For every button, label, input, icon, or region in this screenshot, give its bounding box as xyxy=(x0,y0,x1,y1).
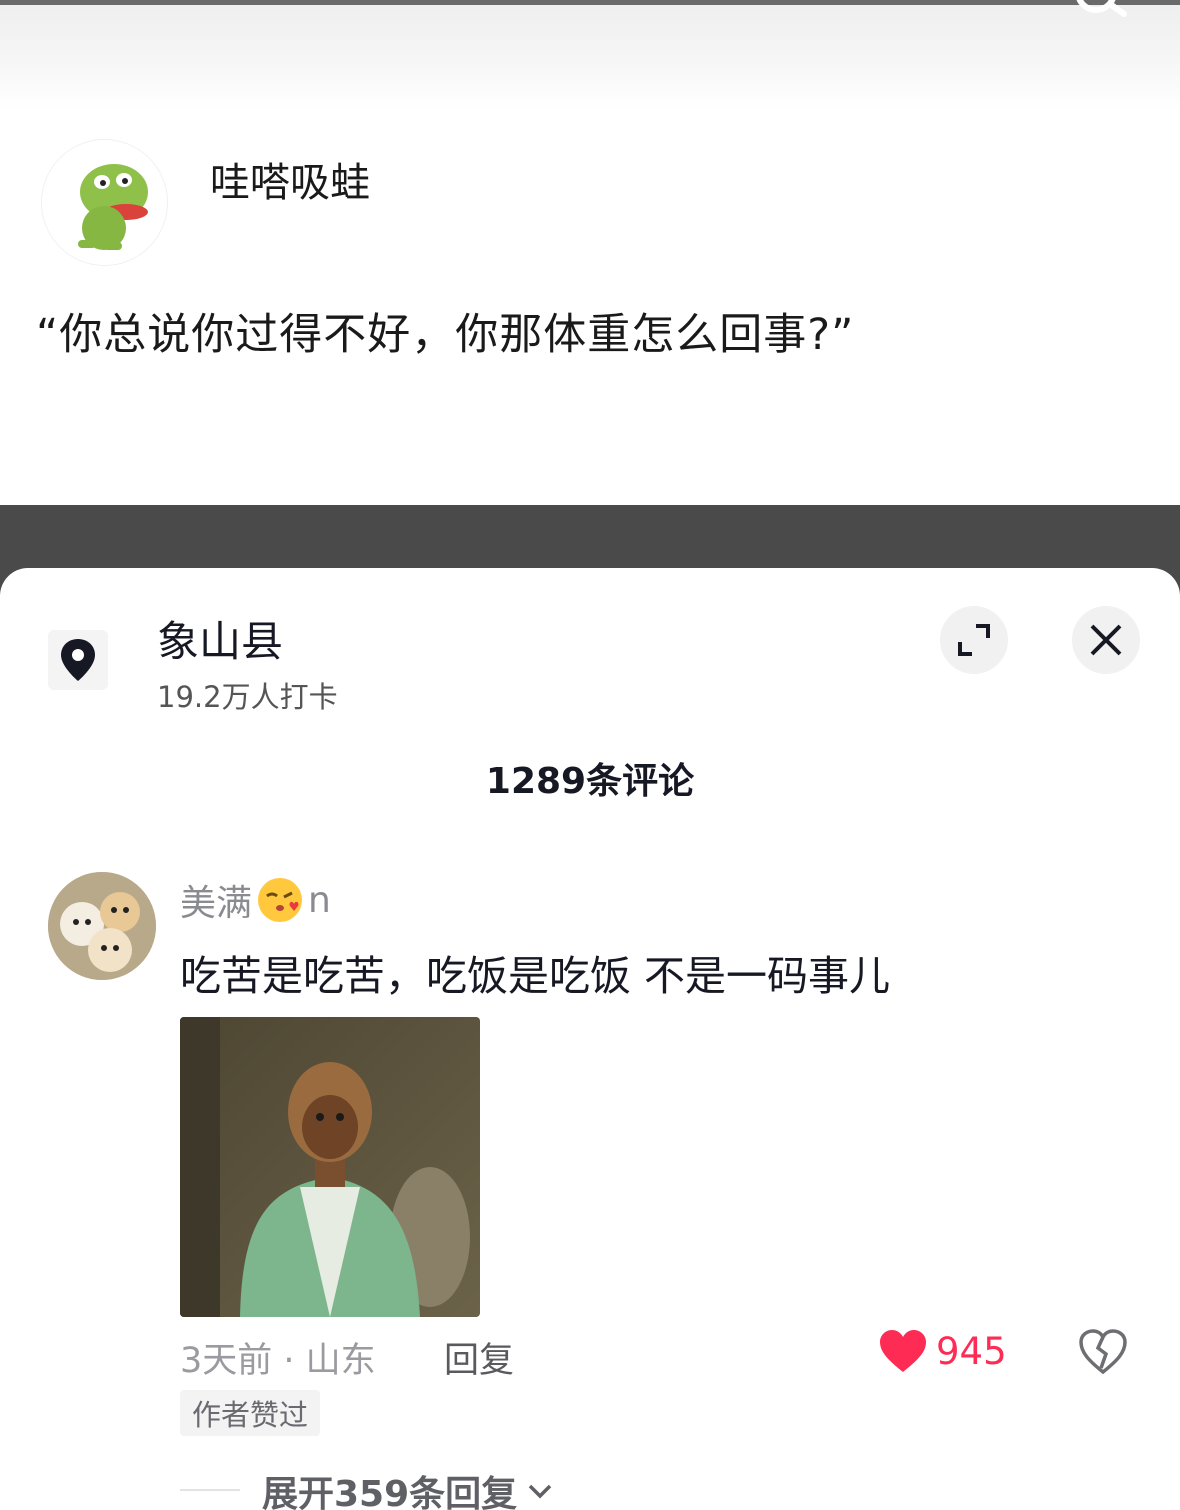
location-checkins: 19.2万人打卡 xyxy=(157,680,338,714)
kiss-emoji-icon xyxy=(258,878,303,922)
post-author-avatar[interactable] xyxy=(42,140,167,265)
broken-heart-icon[interactable] xyxy=(1078,1328,1128,1376)
close-button[interactable] xyxy=(1072,606,1140,674)
commenter-name-prefix: 美满 xyxy=(180,883,253,924)
post-author-name[interactable]: 哇嗒吸蛙 xyxy=(210,150,370,208)
post-text: “你总说你过得不好，你那体重怎么回事?” xyxy=(36,310,855,360)
commenter-name[interactable]: 美满 n xyxy=(180,874,331,926)
location-pin-icon[interactable] xyxy=(48,630,108,690)
monkey-king-photo xyxy=(180,1017,480,1317)
commenter-avatar[interactable] xyxy=(48,872,156,980)
replies-divider xyxy=(180,1489,240,1491)
expand-replies-label: 展开359条回复 xyxy=(262,1474,518,1510)
comment-meta: 3天前 · 山东 xyxy=(180,1341,376,1381)
location-name[interactable]: 象山县 xyxy=(157,608,283,669)
post-area: 哇嗒吸蛙 “你总说你过得不好，你那体重怎么回事?” xyxy=(0,0,1180,505)
expand-button[interactable] xyxy=(940,606,1008,674)
expand-icon xyxy=(958,624,990,656)
like-count: 945 xyxy=(936,1329,1007,1373)
author-liked-badge: 作者赞过 xyxy=(180,1390,321,1436)
frog-avatar-image xyxy=(42,140,167,265)
top-divider xyxy=(0,0,1180,5)
heart-icon xyxy=(880,1330,926,1372)
comment-count: 1289条评论 xyxy=(485,761,695,802)
expand-replies-button[interactable]: 展开359条回复 xyxy=(262,1465,553,1510)
dogs-avatar-image xyxy=(48,872,156,980)
reply-button[interactable]: 回复 xyxy=(444,1332,514,1383)
comment-text: 吃苦是吃苦，吃饭是吃饭 不是一码事儿 xyxy=(180,952,891,1000)
close-icon xyxy=(1090,624,1122,656)
comment-image[interactable] xyxy=(180,1017,480,1317)
like-button[interactable]: 945 xyxy=(878,1328,1007,1374)
commenter-name-suffix: n xyxy=(308,879,331,921)
chevron-down-icon xyxy=(528,1484,552,1499)
search-icon[interactable] xyxy=(1062,0,1132,32)
